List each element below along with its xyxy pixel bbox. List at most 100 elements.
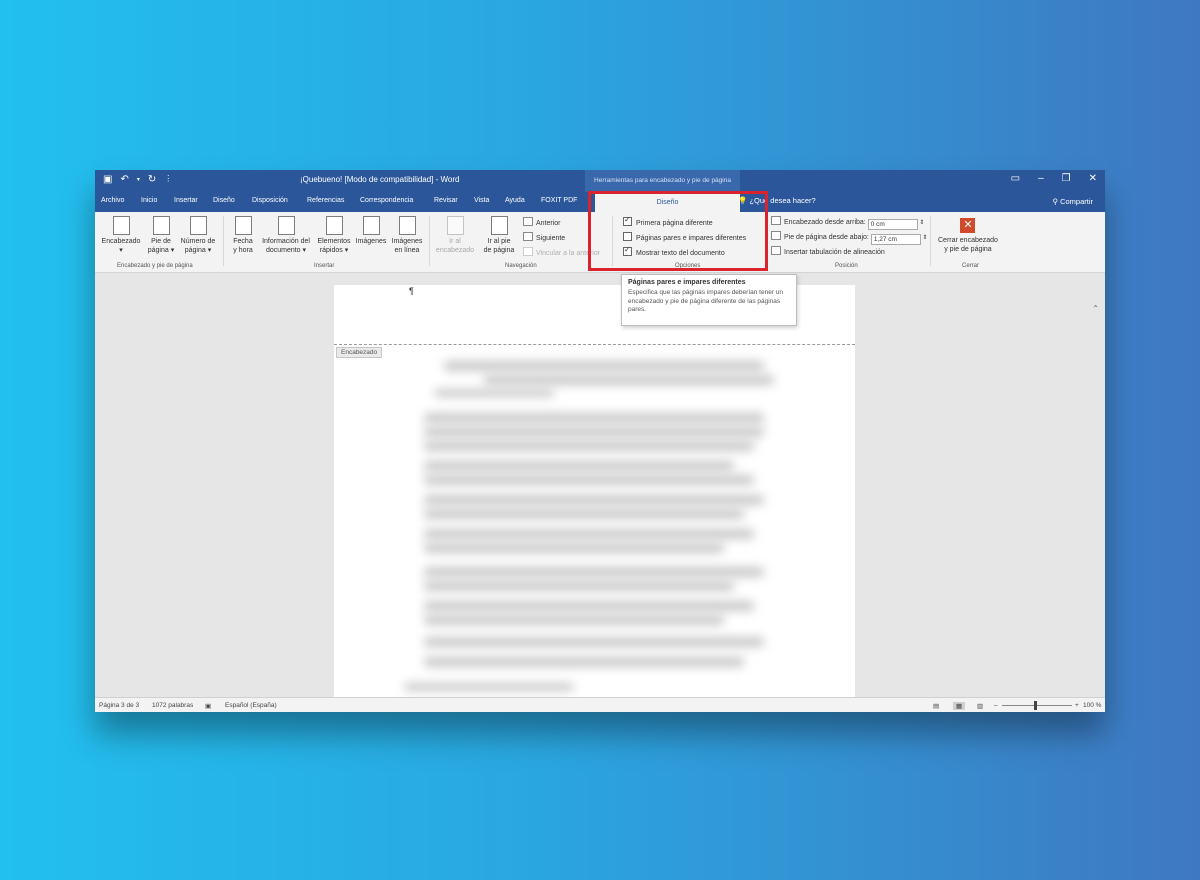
document-page[interactable]: ¶ Encabezado [334, 285, 855, 697]
footer-from-bottom-row: Pie de página desde abajo: 1,27 cm ⇕ [771, 231, 928, 245]
next-icon [523, 232, 533, 241]
insert-alignment-tab-button[interactable]: Insertar tabulación de alineación [771, 246, 885, 256]
blurred-text [404, 683, 574, 691]
online-pictures-button[interactable]: Imágenes en línea [389, 216, 425, 255]
collapse-ribbon-icon[interactable]: ⌃ [1092, 304, 1099, 313]
footer-button[interactable]: Pie de página ▾ [145, 216, 177, 255]
tab-diseno[interactable]: Diseño [213, 197, 235, 204]
title-bar: ▣ ↶ ▾ ↻ ⋮ ¡Quebueno! [Modo de compatibil… [95, 170, 1105, 192]
tab-disposicion[interactable]: Disposición [252, 197, 288, 204]
person-icon: ⚲ [1052, 197, 1058, 206]
goto-footer-button[interactable]: Ir al pie de página [479, 216, 519, 255]
alignment-tab-icon [771, 246, 781, 255]
blurred-text [424, 413, 764, 423]
tab-vista[interactable]: Vista [474, 197, 489, 204]
group-separator [429, 216, 430, 266]
share-label: Compartir [1060, 197, 1093, 206]
save-icon[interactable]: ▣ [103, 174, 112, 185]
zoom-slider-track[interactable] [1002, 705, 1072, 706]
goto-header-button[interactable]: Ir al encabezado [433, 216, 477, 255]
zoom-level[interactable]: 100 % [1083, 702, 1101, 709]
tab-ayuda[interactable]: Ayuda [505, 197, 525, 204]
proofing-icon[interactable]: ▣ [205, 702, 211, 710]
tab-insertar[interactable]: Insertar [174, 197, 198, 204]
language-indicator[interactable]: Español (España) [225, 702, 277, 709]
restore-icon[interactable]: ❐ [1062, 173, 1071, 184]
blurred-text [424, 495, 764, 505]
word-count[interactable]: 1072 palabras [152, 702, 193, 709]
minimize-icon[interactable]: – [1038, 173, 1044, 184]
group-separator [223, 216, 224, 266]
blurred-text [484, 375, 774, 385]
goto-header-icon [446, 216, 464, 235]
header-button-label: Encabezado [101, 238, 141, 245]
zoom-in-icon[interactable]: + [1075, 702, 1079, 709]
document-info-button[interactable]: Información del documento ▾ [257, 216, 315, 255]
previous-label: Anterior [536, 220, 561, 227]
page-indicator[interactable]: Página 3 de 3 [99, 702, 139, 709]
close-icon[interactable]: ✕ [1089, 173, 1097, 184]
header-from-top-label: Encabezado desde arriba: [784, 219, 866, 226]
pictures-icon [362, 216, 380, 235]
zoom-out-icon[interactable]: – [994, 702, 998, 709]
document-info-icon [277, 216, 295, 235]
previous-button[interactable]: Anterior [523, 217, 561, 227]
web-layout-icon[interactable]: ▥ [977, 702, 983, 710]
footer-from-bottom-input[interactable]: 1,27 cm [870, 234, 921, 245]
tab-correspondencia[interactable]: Correspondencia [360, 197, 413, 204]
tooltip-title: Páginas pares e impares diferentes [628, 279, 746, 286]
header-icon [112, 216, 130, 235]
footer-position-icon [771, 231, 781, 240]
tab-inicio[interactable]: Inicio [141, 197, 157, 204]
blurred-text [424, 427, 764, 437]
undo-dropdown-icon[interactable]: ▾ [137, 176, 140, 185]
blurred-text [424, 441, 754, 451]
document-info-label-2: documento [265, 247, 301, 254]
close-header-footer-label-1: Cerrar encabezado [938, 237, 998, 244]
read-mode-icon[interactable]: ▤ [933, 702, 939, 710]
goto-footer-label-1: Ir al pie [487, 238, 511, 245]
tab-archivo[interactable]: Archivo [101, 197, 124, 204]
ribbon-display-icon[interactable]: ▭ [1011, 173, 1020, 184]
page-number-icon [189, 216, 207, 235]
link-icon [523, 247, 533, 256]
quick-parts-button[interactable]: Elementos rápidos ▾ [315, 216, 353, 255]
word-window: ▣ ↶ ▾ ↻ ⋮ ¡Quebueno! [Modo de compatibil… [95, 170, 1105, 712]
blurred-text [424, 475, 754, 485]
share-button[interactable]: ⚲ Compartir [1052, 197, 1093, 206]
header-from-top-row: Encabezado desde arriba: 0 cm ⇕ [771, 216, 924, 230]
paragraph-mark: ¶ [409, 286, 414, 296]
options-highlight-box [588, 191, 768, 271]
blurred-text [424, 543, 724, 553]
window-controls: ▭ – ❐ ✕ [1011, 173, 1097, 184]
next-label: Siguiente [536, 235, 566, 242]
undo-icon[interactable]: ↶ [120, 174, 128, 185]
close-x-icon: ✕ [960, 218, 976, 233]
tab-revisar[interactable]: Revisar [434, 197, 458, 204]
goto-header-label-2: encabezado [435, 247, 475, 254]
header-button[interactable]: Encabezado ▾ [100, 216, 142, 255]
blurred-text [434, 389, 554, 397]
previous-icon [523, 217, 533, 226]
header-from-top-input[interactable]: 0 cm [867, 219, 918, 230]
blurred-text [424, 581, 734, 591]
spinner-icon[interactable]: ⇕ [918, 220, 924, 226]
footer-icon [152, 216, 170, 235]
tab-foxit-pdf[interactable]: FOXIT PDF [541, 197, 577, 204]
close-header-footer-label-2: y pie de página [944, 246, 992, 253]
online-pictures-icon [398, 216, 416, 235]
pictures-button[interactable]: Imágenes [353, 216, 389, 246]
redo-icon[interactable]: ↻ [148, 174, 156, 185]
zoom-slider-thumb[interactable] [1034, 701, 1037, 710]
page-number-button[interactable]: Número de página ▾ [177, 216, 219, 255]
online-pictures-label-2: en línea [394, 247, 420, 254]
next-button[interactable]: Siguiente [523, 232, 565, 242]
print-layout-icon[interactable]: ▦ [953, 702, 966, 710]
header-dropdown-icon: ▾ [119, 247, 123, 254]
customize-qat-icon[interactable]: ⋮ [164, 174, 172, 185]
spinner-icon[interactable]: ⇕ [921, 235, 927, 241]
date-time-button[interactable]: Fecha y hora [228, 216, 258, 255]
close-header-footer-button[interactable]: ✕ Cerrar encabezado y pie de página [938, 218, 998, 254]
online-pictures-label-1: Imágenes [391, 238, 423, 245]
tab-referencias[interactable]: Referencias [307, 197, 344, 204]
